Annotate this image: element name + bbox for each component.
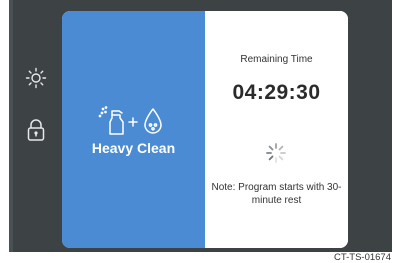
program-note: Note: Program starts with 30-minute rest bbox=[211, 182, 342, 206]
sun-icon bbox=[25, 67, 47, 89]
program-name: Heavy Clean bbox=[91, 140, 176, 156]
loading-spinner-icon bbox=[266, 143, 286, 163]
display-screen: Heavy Clean Remaining Time 04:29:30 Note… bbox=[62, 11, 348, 248]
left-control-column bbox=[12, 0, 58, 252]
brightness-button[interactable] bbox=[24, 66, 48, 90]
remaining-time-label: Remaining Time bbox=[240, 54, 313, 65]
status-panel: Remaining Time 04:29:30 Note: Program st… bbox=[205, 11, 348, 248]
remaining-time-value: 04:29:30 bbox=[232, 81, 321, 104]
figure-caption: CT-TS-01674 bbox=[333, 252, 391, 263]
spray-plus-drop-icon bbox=[98, 106, 162, 135]
lock-button[interactable] bbox=[24, 118, 48, 142]
lock-icon bbox=[27, 119, 45, 141]
program-panel[interactable]: Heavy Clean bbox=[62, 11, 205, 248]
